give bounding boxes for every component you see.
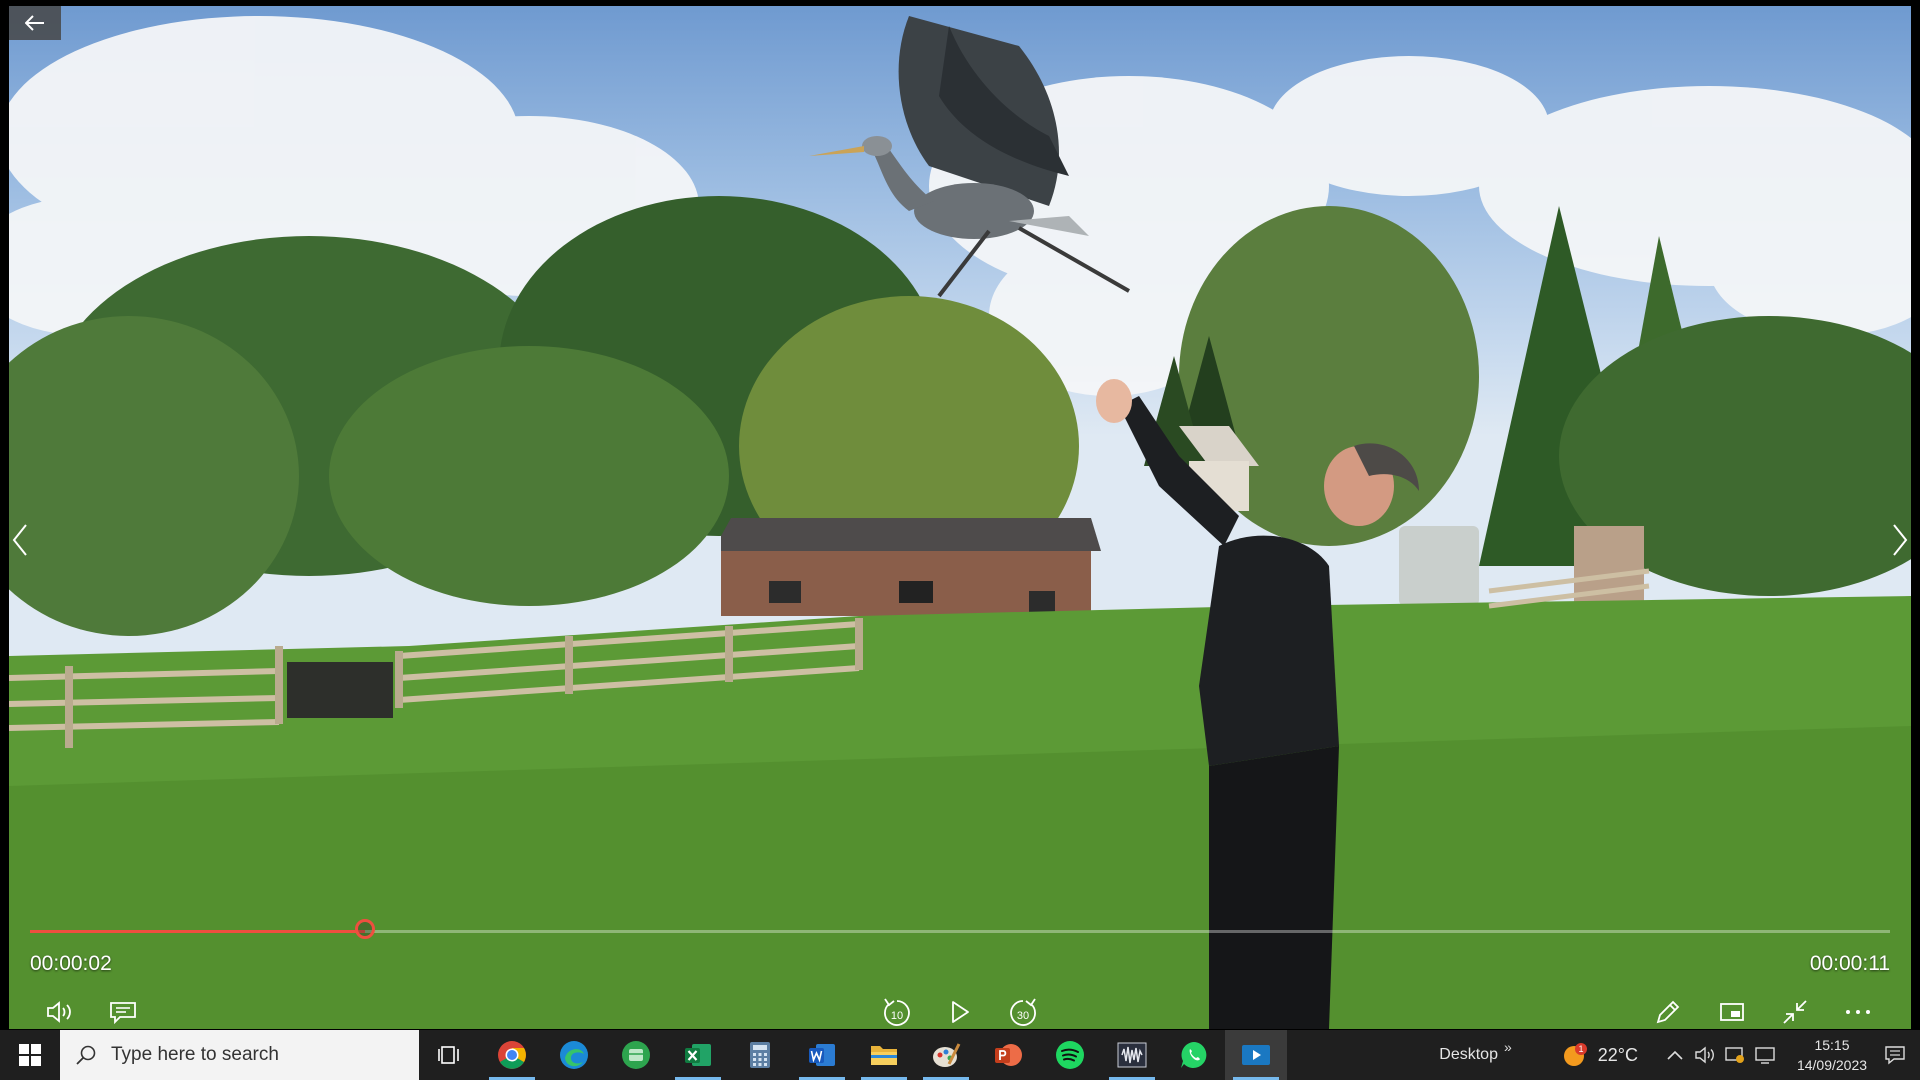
captions-button[interactable] — [103, 994, 143, 1030]
taskbar-audio-app[interactable] — [1101, 1030, 1163, 1080]
chevron-up-icon — [1667, 1050, 1683, 1060]
more-options-button[interactable] — [1838, 994, 1878, 1030]
back-button[interactable] — [9, 6, 61, 40]
seek-bar-progress — [30, 930, 365, 933]
notification-icon — [1885, 1046, 1905, 1065]
powerpoint-icon — [995, 1044, 1022, 1066]
weather-widget[interactable]: 1 22°C — [1560, 1040, 1660, 1070]
task-view-button[interactable] — [419, 1030, 481, 1080]
exit-fullscreen-button[interactable] — [1775, 994, 1815, 1030]
seek-bar[interactable] — [30, 919, 1890, 939]
taskbar-whatsapp[interactable] — [1163, 1030, 1225, 1080]
play-button[interactable] — [940, 994, 980, 1030]
system-tray: Desktop » 1 22°C 15:15 14/09/2023 — [1439, 1030, 1920, 1080]
whatsapp-icon — [1181, 1042, 1207, 1068]
action-center-button[interactable] — [1870, 1030, 1920, 1080]
chevron-right-icon — [1893, 524, 1908, 556]
weather-temperature: 22°C — [1597, 1044, 1638, 1065]
network-button[interactable] — [1750, 1030, 1780, 1080]
start-button[interactable] — [0, 1030, 60, 1080]
taskbar-search[interactable]: Type here to search — [60, 1030, 419, 1080]
clock-time: 15:15 — [1814, 1037, 1850, 1053]
task-view-icon — [438, 1046, 459, 1064]
previous-button[interactable] — [5, 520, 35, 560]
excel-icon — [685, 1044, 711, 1066]
skip-forward-30-icon: 30 — [1010, 998, 1036, 1026]
mini-view-icon — [1720, 1003, 1744, 1021]
weather-sun-icon: 1 — [1563, 1043, 1587, 1066]
taskbar-chrome[interactable] — [481, 1030, 543, 1080]
chevron-left-icon — [12, 524, 27, 556]
taskbar-clock[interactable]: 15:15 14/09/2023 — [1794, 1035, 1870, 1075]
word-icon — [809, 1044, 835, 1066]
notification-badge: 1 — [1578, 1044, 1583, 1054]
desktop-toolbar-chevron[interactable]: » — [1504, 1039, 1512, 1055]
taskbar-paint[interactable] — [915, 1030, 977, 1080]
taskbar-spotify[interactable] — [1039, 1030, 1101, 1080]
more-icon — [1846, 1010, 1870, 1014]
play-icon — [952, 1001, 969, 1023]
vpn-button[interactable] — [1720, 1030, 1750, 1080]
skip-forward-label: 30 — [1017, 1010, 1029, 1022]
taskbar-file-explorer[interactable] — [853, 1030, 915, 1080]
volume-button[interactable] — [40, 994, 80, 1030]
mini-view-button[interactable] — [1712, 994, 1752, 1030]
taskbar: Type here to search Desktop » 1 22°C 15:… — [0, 1030, 1920, 1080]
taskbar-video-player[interactable] — [1225, 1030, 1287, 1080]
desktop-toolbar-label[interactable]: Desktop — [1439, 1046, 1498, 1064]
speaker-icon — [1695, 1046, 1714, 1064]
network-icon — [1755, 1047, 1775, 1064]
pencil-icon — [1656, 1000, 1680, 1024]
skip-back-label: 10 — [891, 1010, 903, 1022]
calculator-icon — [750, 1042, 770, 1068]
taskbar-calculator[interactable] — [729, 1030, 791, 1080]
speaker-button[interactable] — [1690, 1030, 1720, 1080]
green-app-icon — [622, 1041, 650, 1069]
captions-icon — [110, 1002, 136, 1024]
vpn-icon — [1725, 1047, 1744, 1063]
skip-back-button[interactable]: 10 — [877, 994, 917, 1030]
taskbar-powerpoint[interactable] — [977, 1030, 1039, 1080]
taskbar-edge[interactable] — [543, 1030, 605, 1080]
video-player-icon — [1242, 1045, 1270, 1065]
skip-forward-button[interactable]: 30 — [1003, 994, 1043, 1030]
skip-back-10-icon: 10 — [884, 998, 910, 1026]
current-time: 00:00:02 — [30, 952, 112, 975]
taskbar-green-app[interactable] — [605, 1030, 667, 1080]
taskbar-word[interactable] — [791, 1030, 853, 1080]
video-scene — [9, 16, 1911, 1029]
audio-app-icon — [1117, 1042, 1147, 1068]
show-hidden-icons-button[interactable] — [1660, 1030, 1690, 1080]
total-time: 00:00:11 — [1809, 952, 1890, 975]
arrow-left-icon — [25, 15, 44, 31]
edit-button[interactable] — [1648, 994, 1688, 1030]
file-explorer-icon — [871, 1046, 897, 1065]
search-icon — [76, 1045, 96, 1065]
spotify-icon — [1056, 1041, 1084, 1069]
exit-fullscreen-icon — [1783, 1000, 1807, 1024]
windows-icon — [19, 1044, 41, 1066]
paint-icon — [933, 1043, 961, 1067]
clock-date: 14/09/2023 — [1796, 1057, 1868, 1073]
edge-icon — [560, 1041, 588, 1069]
taskbar-excel[interactable] — [667, 1030, 729, 1080]
volume-icon — [47, 1001, 71, 1023]
chrome-icon — [498, 1041, 526, 1069]
next-button[interactable] — [1885, 520, 1915, 560]
video-frame[interactable] — [9, 6, 1911, 1029]
seek-thumb[interactable] — [354, 919, 375, 939]
search-placeholder: Type here to search — [111, 1044, 279, 1065]
